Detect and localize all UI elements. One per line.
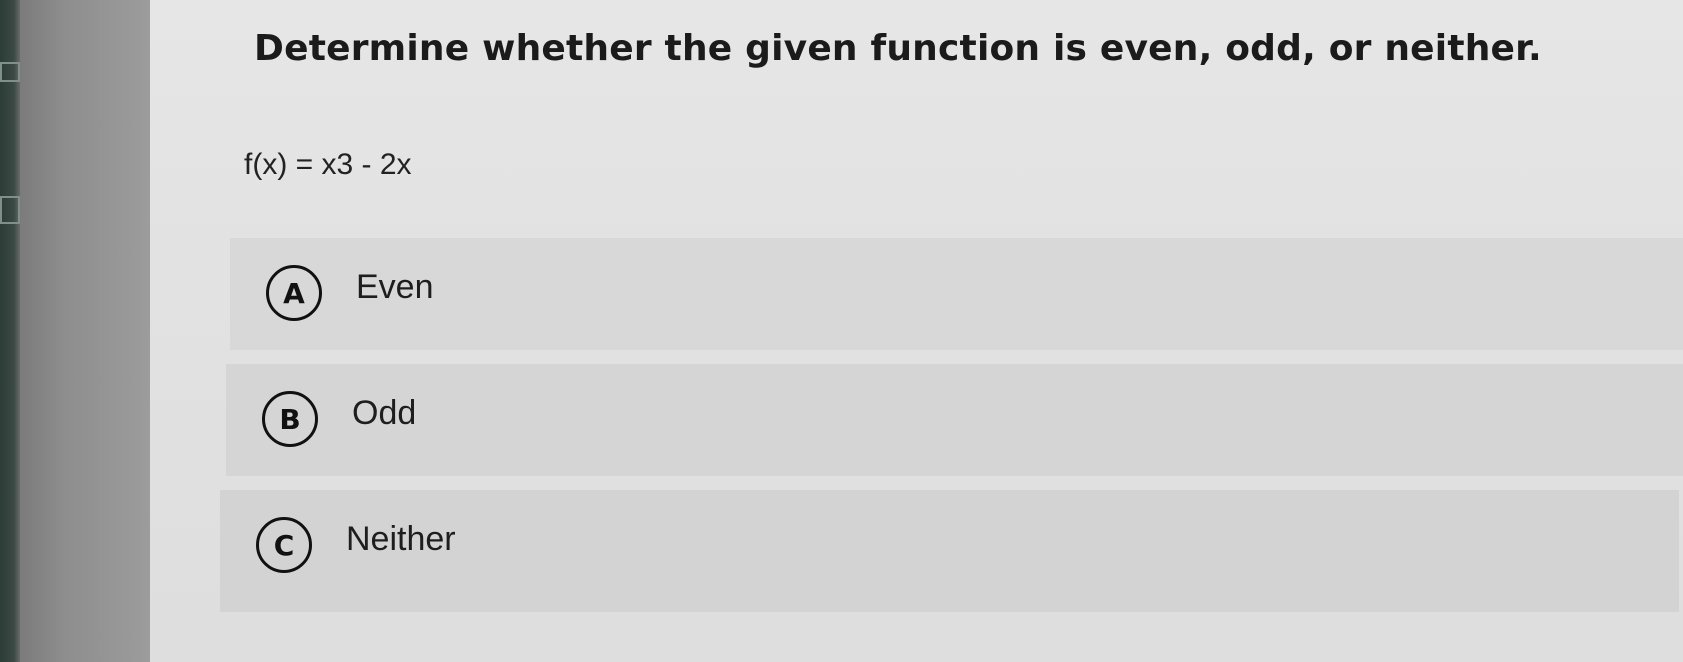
option-letter-badge: A	[266, 265, 322, 321]
monitor-bezel	[20, 0, 150, 662]
option-label: Odd	[352, 394, 417, 432]
question-title: Determine whether the given function is …	[254, 28, 1542, 69]
option-letter-badge: B	[262, 391, 318, 447]
edge-glyph-icon	[0, 196, 20, 224]
edge-glyph-icon	[0, 62, 20, 82]
screen-edge	[0, 0, 20, 662]
option-a[interactable]: A Even	[230, 238, 1683, 350]
option-c[interactable]: C Neither	[220, 490, 1679, 612]
question-panel: Determine whether the given function is …	[150, 0, 1683, 662]
option-label: Even	[356, 268, 434, 306]
option-b[interactable]: B Odd	[226, 364, 1683, 476]
function-expression: f(x) = x3 - 2x	[244, 148, 412, 181]
option-letter-badge: C	[256, 517, 312, 573]
option-label: Neither	[346, 520, 456, 558]
